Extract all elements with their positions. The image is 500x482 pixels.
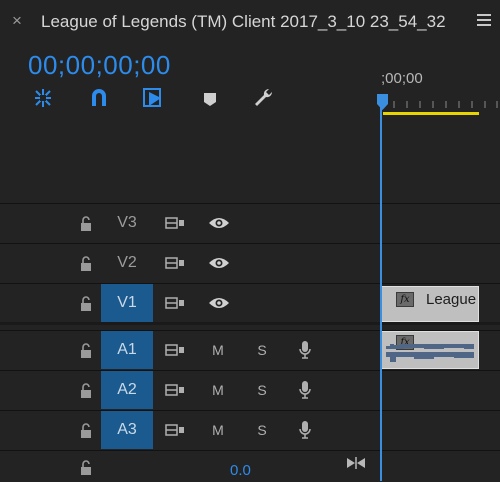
track-target-v3[interactable]: V3 — [101, 204, 153, 242]
track-header-v3: V3 — [0, 203, 380, 242]
sync-lock-icon[interactable] — [165, 296, 185, 310]
track-target-a1[interactable]: A1 — [101, 331, 153, 369]
fx-badge[interactable]: fx — [396, 292, 414, 307]
sequence-tab-title[interactable]: League of Legends (TM) Client 2017_3_10 … — [41, 12, 446, 32]
ruler-start-label: ;00;00 — [381, 70, 423, 87]
solo-button[interactable]: S — [255, 342, 269, 358]
mute-button[interactable]: M — [211, 382, 225, 398]
video-audio-divider[interactable] — [0, 322, 500, 325]
track-target-v1[interactable]: V1 — [101, 284, 153, 322]
video-clip[interactable]: fx League — [381, 286, 479, 322]
lock-icon[interactable] — [79, 256, 93, 272]
work-area-bar[interactable] — [383, 112, 479, 115]
eye-icon[interactable] — [208, 296, 230, 310]
sync-lock-icon[interactable] — [165, 256, 185, 270]
track-target-a3[interactable]: A3 — [101, 411, 153, 449]
lock-icon[interactable] — [79, 383, 93, 399]
close-panel-button[interactable]: × — [12, 12, 22, 29]
playhead-timecode[interactable]: 00;00;00;00 — [28, 50, 171, 80]
marker-icon[interactable] — [199, 86, 223, 110]
solo-button[interactable]: S — [255, 422, 269, 438]
playhead-handle[interactable] — [377, 94, 388, 110]
lock-icon[interactable] — [79, 296, 93, 312]
lock-icon[interactable] — [79, 216, 93, 232]
playhead-line[interactable] — [380, 96, 382, 481]
sync-lock-icon[interactable] — [165, 383, 185, 397]
add-marker-icon[interactable] — [141, 86, 165, 110]
track-header-master — [0, 450, 380, 482]
sync-lock-icon[interactable] — [165, 343, 185, 357]
sync-lock-icon[interactable] — [165, 216, 185, 230]
track-lane-a1[interactable]: fx — [381, 330, 500, 369]
audio-clip[interactable]: fx — [381, 331, 479, 369]
eye-icon[interactable] — [208, 216, 230, 230]
track-lane-v3[interactable] — [381, 203, 500, 242]
track-lane-v1[interactable]: fx League — [381, 283, 500, 322]
solo-button[interactable]: S — [255, 382, 269, 398]
mute-button[interactable]: M — [211, 342, 225, 358]
hamburger-menu-icon[interactable] — [477, 14, 491, 28]
voiceover-mic-icon[interactable] — [298, 340, 312, 360]
track-header-v2: V2 — [0, 243, 380, 282]
mute-button[interactable]: M — [211, 422, 225, 438]
track-target-v2[interactable]: V2 — [101, 244, 153, 282]
clip-name: League — [426, 291, 477, 308]
track-header-a1: A1 M S — [0, 330, 380, 369]
track-header-a2: A2 M S — [0, 370, 380, 409]
voiceover-mic-icon[interactable] — [298, 420, 312, 440]
audio-waveform — [386, 344, 474, 362]
bowtie-icon[interactable] — [345, 456, 367, 470]
time-ruler[interactable] — [384, 98, 500, 108]
track-lane-v2[interactable] — [381, 243, 500, 282]
track-header-v1: V1 — [0, 283, 380, 322]
lock-icon[interactable] — [79, 460, 93, 476]
track-lane-master[interactable] — [381, 450, 500, 482]
linked-selection-icon[interactable] — [87, 86, 111, 110]
lock-icon[interactable] — [79, 343, 93, 359]
track-lane-a2[interactable] — [381, 370, 500, 409]
eye-icon[interactable] — [208, 256, 230, 270]
sync-lock-icon[interactable] — [165, 423, 185, 437]
wrench-icon[interactable] — [251, 86, 275, 110]
master-volume-value[interactable]: 0.0 — [230, 462, 251, 479]
snap-icon[interactable] — [31, 86, 55, 110]
voiceover-mic-icon[interactable] — [298, 380, 312, 400]
track-target-a2[interactable]: A2 — [101, 371, 153, 409]
track-lane-a3[interactable] — [381, 410, 500, 449]
lock-icon[interactable] — [79, 423, 93, 439]
track-header-a3: A3 M S — [0, 410, 380, 449]
